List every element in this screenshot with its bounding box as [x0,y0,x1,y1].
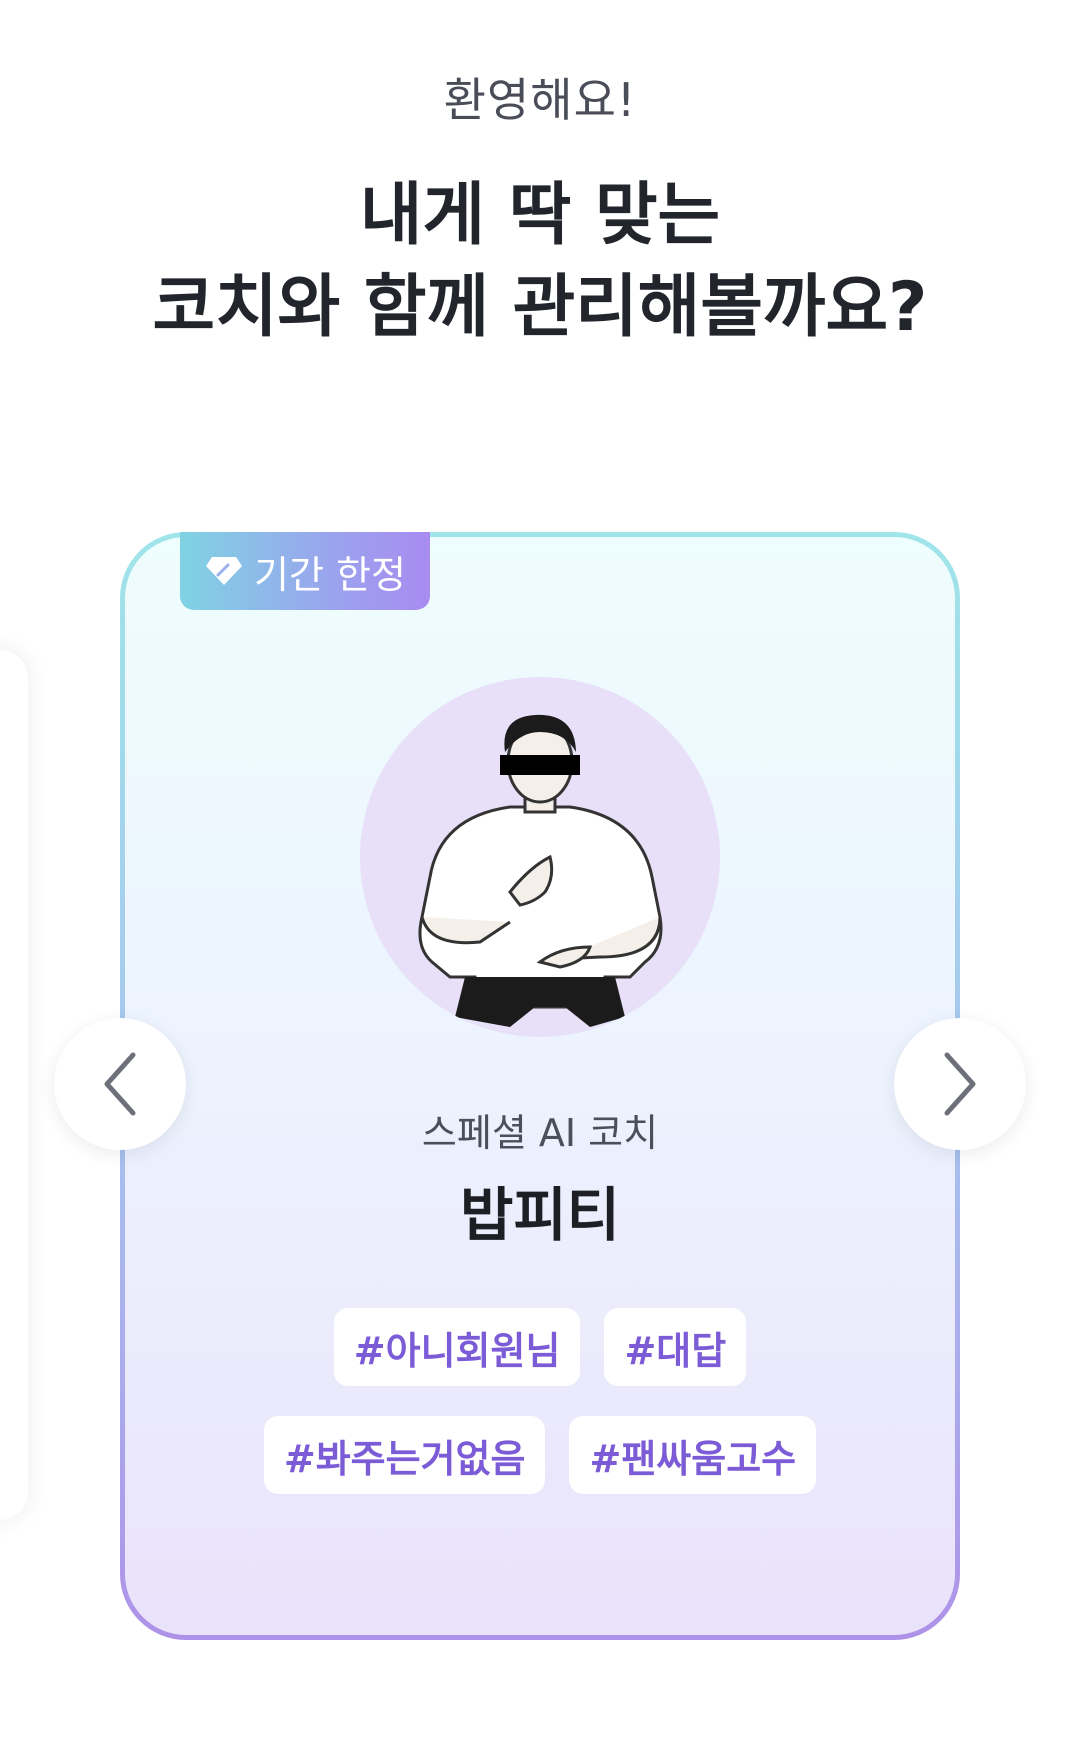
welcome-text: 환영해요! [443,73,637,127]
hashtag-chip: #봐주는거없음 [263,1416,546,1494]
diamond-tag-icon [206,557,243,585]
previous-coach-card-peek[interactable] [0,650,28,1520]
coach-name: 밥피티 [459,1181,621,1249]
hashtag-chip: #아니회원님 [333,1308,581,1386]
hashtag-chip: #팬싸움고수 [569,1416,817,1494]
tag-row-1: #아니회원님 #대답 [0,1308,1080,1386]
badge-label: 기간 한정 [254,552,406,597]
tag-row-2: #봐주는거없음 #팬싸움고수 [0,1416,1080,1494]
coach-select-screen: 환영해요! 내게 딱 맞는 코치와 함께 관리해볼까요? 기간 한정 스페셜 A… [0,0,1080,1740]
coach-avatar [360,677,720,1037]
hashtag-chip: #대답 [604,1308,747,1386]
limited-time-badge: 기간 한정 [180,532,430,610]
headline-line-2: 코치와 함께 관리해볼까요? [152,268,928,347]
coach-illustration [418,714,663,1027]
page-headline: 내게 딱 맞는 코치와 함께 관리해볼까요? [0,170,1080,354]
headline-line-1: 내게 딱 맞는 [359,176,721,255]
coach-type-label: 스페셜 AI 코치 [421,1111,659,1155]
